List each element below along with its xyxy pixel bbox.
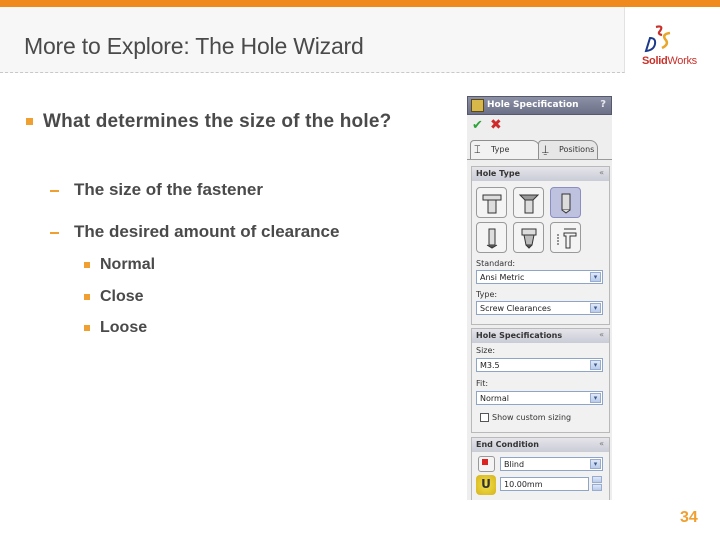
x-icon[interactable]: ✖ — [490, 117, 502, 133]
solidworks-logo: SolidWorks — [632, 24, 712, 72]
hole-spec-group: Hole Specifications « Size: M3.5 ▾ Fit: … — [471, 328, 610, 433]
hole-type-icon: ⌶ — [474, 143, 481, 156]
tapped-hole-icon — [486, 228, 498, 249]
bullet-dash-icon — [50, 190, 59, 192]
pipe-tap-icon — [521, 228, 537, 249]
spin-up-icon[interactable] — [592, 476, 602, 483]
depth-icon: U — [476, 475, 496, 495]
end-condition-header[interactable]: End Condition « — [472, 438, 609, 452]
bullet-dash-icon — [50, 232, 59, 234]
legacy-hole-button[interactable] — [550, 222, 581, 253]
tab-type[interactable]: ⌶ Type — [470, 140, 540, 159]
ds-logo-icon — [644, 25, 671, 53]
bullet-main-text: What determines the size of the hole? — [43, 111, 392, 132]
legacy-hole-icon — [557, 228, 577, 249]
tap-button[interactable] — [476, 222, 507, 253]
page-number: 34 — [680, 509, 698, 526]
tab-divider — [467, 159, 612, 160]
chevron-down-icon[interactable]: ▾ — [590, 303, 601, 313]
end-condition-group: End Condition « Blind ▾ U 10.00mm — [471, 437, 610, 500]
chevron-down-icon[interactable]: ▾ — [590, 272, 601, 282]
depth-input[interactable]: 10.00mm — [500, 477, 589, 491]
standard-select[interactable]: Ansi Metric ▾ — [476, 270, 603, 284]
show-custom-sizing-checkbox[interactable] — [480, 413, 489, 422]
checkmark-icon[interactable]: ✔ — [472, 118, 483, 133]
type-label: Type: — [476, 290, 498, 299]
hole-button[interactable] — [550, 187, 581, 218]
hole-wizard-icon — [471, 99, 484, 112]
title-band: More to Explore: The Hole Wizard — [0, 7, 625, 73]
depth-spinner[interactable] — [592, 476, 602, 492]
bullet-square-icon — [26, 118, 33, 125]
collapse-icon[interactable]: « — [599, 439, 604, 448]
chevron-down-icon[interactable]: ▾ — [590, 360, 601, 370]
chevron-down-icon[interactable]: ▾ — [590, 459, 601, 469]
positions-icon: ⍊ — [542, 143, 549, 156]
type-select[interactable]: Screw Clearances ▾ — [476, 301, 603, 315]
pipe-tap-button[interactable] — [513, 222, 544, 253]
spin-down-icon[interactable] — [592, 484, 602, 491]
show-custom-sizing-label: Show custom sizing — [492, 413, 572, 422]
slide-title: More to Explore: The Hole Wizard — [24, 33, 364, 59]
collapse-icon[interactable]: « — [599, 168, 604, 177]
bullet-square-icon — [84, 294, 90, 300]
chevron-down-icon[interactable]: ▾ — [590, 393, 601, 403]
reverse-direction-icon — [482, 459, 488, 465]
tab-positions[interactable]: ⍊ Positions — [538, 140, 598, 159]
hole-spec-header[interactable]: Hole Specifications « — [472, 329, 609, 343]
countersink-button[interactable] — [513, 187, 544, 218]
hole-type-header[interactable]: Hole Type « — [472, 167, 609, 181]
size-select[interactable]: M3.5 ▾ — [476, 358, 603, 372]
countersink-icon — [518, 194, 540, 214]
fit-select[interactable]: Normal ▾ — [476, 391, 603, 405]
panel-title: Hole Specification — [487, 100, 579, 110]
help-icon[interactable]: ? — [600, 99, 606, 110]
counterbore-button[interactable] — [476, 187, 507, 218]
hole-type-group: Hole Type « Standard: Ansi Metric ▾ Type… — [471, 166, 610, 325]
panel-header: Hole Specification ? — [467, 96, 612, 115]
fit-label: Fit: — [476, 379, 489, 388]
standard-label: Standard: — [476, 259, 516, 268]
end-condition-select[interactable]: Blind ▾ — [500, 457, 603, 471]
bullet-square-icon — [84, 325, 90, 331]
counterbore-icon — [482, 194, 502, 214]
hole-specification-panel: Hole Specification ? ✔ ✖ ⌶ Type ⍊ Positi… — [467, 96, 612, 500]
reverse-direction-button[interactable] — [478, 456, 495, 472]
top-accent-bar — [0, 0, 720, 7]
size-label: Size: — [476, 346, 496, 355]
simple-hole-icon — [561, 193, 571, 214]
bullet-square-icon — [84, 262, 90, 268]
collapse-icon[interactable]: « — [599, 330, 604, 339]
logo-wordmark: SolidWorks — [642, 55, 697, 67]
